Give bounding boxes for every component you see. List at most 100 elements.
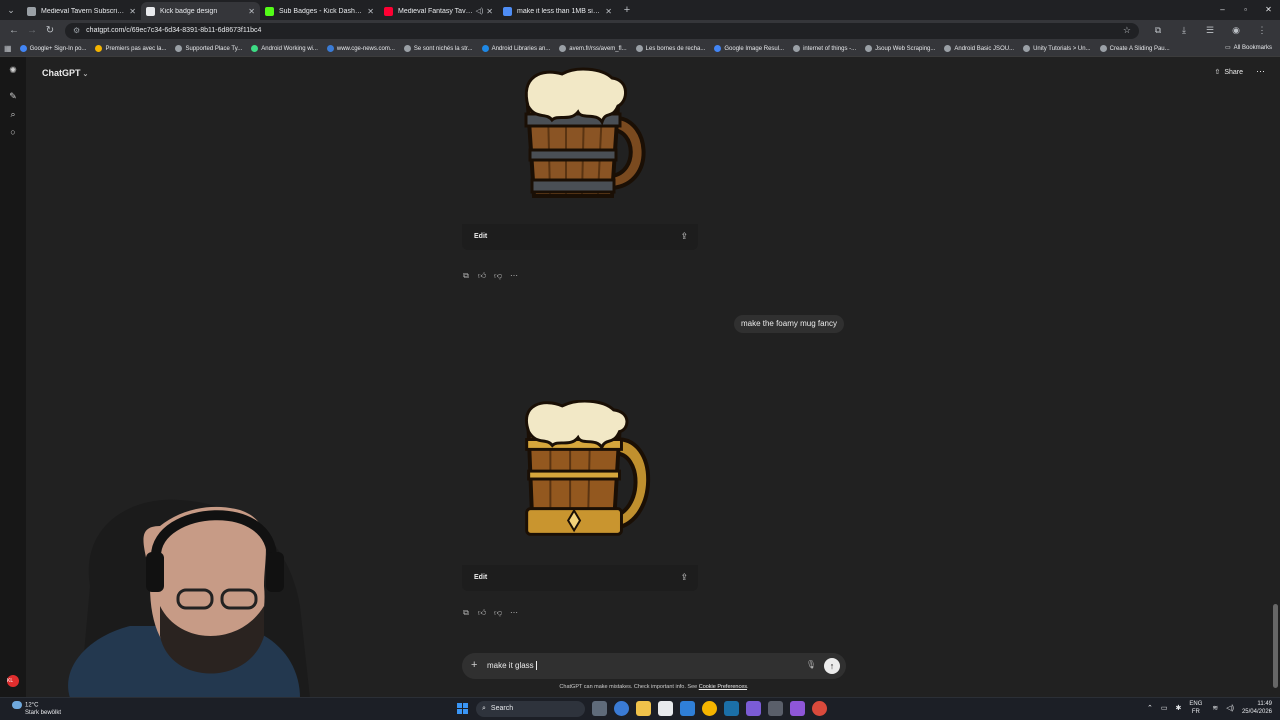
forward-icon[interactable]: → <box>23 25 41 36</box>
bookmark-item[interactable]: internet of things -... <box>793 45 856 52</box>
edge-icon[interactable] <box>614 701 629 716</box>
thumbs-up-icon[interactable]: 👍︎ <box>477 608 487 618</box>
attach-plus-icon[interactable]: + <box>471 659 477 671</box>
bookmark-item[interactable]: avem.fr/rss/avem_fl... <box>559 45 627 52</box>
profile-icon[interactable]: ◉ <box>1223 25 1249 36</box>
thumbs-down-icon[interactable]: 👎︎ <box>493 271 503 281</box>
copy-icon[interactable]: ⧉ <box>461 608 471 618</box>
chat-scrollbar[interactable] <box>1273 604 1278 688</box>
bookmark-item[interactable]: Google+ Sign-In po... <box>19 45 86 52</box>
thumbs-down-icon[interactable]: 👎︎ <box>493 608 503 618</box>
edit-image-button[interactable]: Edit <box>474 574 487 581</box>
bookmark-label: Jsoup Web Scraping... <box>875 45 936 52</box>
site-info-icon[interactable]: ⚙ <box>73 26 80 35</box>
model-selector[interactable]: ChatGPT ⌄ <box>42 68 88 78</box>
weather-text: Stark bewölkt <box>25 709 62 716</box>
discord-icon[interactable] <box>790 701 805 716</box>
close-tab-icon[interactable]: ✕ <box>486 7 493 16</box>
taskbar-search[interactable]: ⌕ Search <box>476 701 585 717</box>
close-tab-icon[interactable]: ✕ <box>605 7 612 16</box>
close-tab-icon[interactable]: ✕ <box>248 7 255 16</box>
store-icon[interactable] <box>658 701 673 716</box>
window-controls: – ▫ ✕ <box>1211 0 1280 20</box>
browser-tab[interactable]: Kick badge design ✕ <box>141 2 260 20</box>
browser-menu-icon[interactable]: ⋮ <box>1249 25 1275 36</box>
browser-tab[interactable]: Sub Badges - Kick Dashboard ✕ <box>260 2 379 20</box>
browser-tab[interactable]: Medieval Tavern Subscriber Ba...✕ <box>22 2 141 20</box>
apps-grid-icon[interactable]: ▦ <box>4 44 12 53</box>
more-dots-icon[interactable]: ⋯ <box>509 271 519 281</box>
bookmark-item[interactable]: Android Libraries an... <box>481 45 550 52</box>
tray-chevron-icon[interactable]: ⌃ <box>1147 704 1153 712</box>
bookmark-item[interactable]: Create A Sliding Pau... <box>1099 45 1170 52</box>
thumbs-up-icon[interactable]: 👍︎ <box>477 271 487 281</box>
url-field[interactable]: ⚙ chatgpt.com/c/69ec7c34-6d34-8391-8b11-… <box>65 22 1139 39</box>
visual-studio-icon[interactable] <box>746 701 761 716</box>
openai-logo-icon[interactable]: ✺ <box>0 65 26 83</box>
edit-image-button[interactable]: Edit <box>474 233 487 240</box>
bookmark-item[interactable]: www.cge-news.com... <box>326 45 395 52</box>
browser-tab[interactable]: Medieval Fantasy Tavern 3◁)✕ <box>379 2 498 20</box>
share-button[interactable]: ⇧ Share <box>1214 68 1243 77</box>
fancy-mug-image-2[interactable] <box>462 400 698 558</box>
bookmarks-bar: ▦ Google+ Sign-In po... Premiers pas avec… <box>0 41 1280 57</box>
file-explorer-icon[interactable] <box>636 701 651 716</box>
task-view-icon[interactable] <box>592 701 607 716</box>
download-image-icon[interactable]: ⇪ <box>680 231 688 242</box>
cookie-preferences-link[interactable]: Cookie Preferences <box>699 684 747 690</box>
tab-groups-icon[interactable]: ☰ <box>1197 25 1223 36</box>
conversation-menu-icon[interactable]: ⋯ <box>1256 66 1265 77</box>
wifi-icon[interactable]: ≋ <box>1212 704 1218 712</box>
back-icon[interactable]: ← <box>5 25 23 36</box>
network-icon[interactable]: ▭ <box>1161 704 1168 712</box>
weather-widget[interactable]: 12°C Stark bewölkt <box>12 701 61 717</box>
message-composer[interactable]: + make it glass 🎙︎ ↑ <box>462 653 846 679</box>
new-tab-button[interactable]: + <box>617 4 637 16</box>
downloads-icon[interactable]: ⤓ <box>1171 25 1197 36</box>
browser-tab[interactable]: make it less than 1MB size - Go...✕ <box>498 2 617 20</box>
bookmark-item[interactable]: Jsoup Web Scraping... <box>865 45 935 52</box>
new-chat-icon[interactable]: ✎ <box>0 91 26 109</box>
copy-icon[interactable]: ⧉ <box>461 271 471 281</box>
bluetooth-icon[interactable]: ✱ <box>1175 704 1181 712</box>
maximize-button[interactable]: ▫ <box>1234 0 1257 20</box>
more-dots-icon[interactable]: ⋯ <box>509 608 519 618</box>
chats-icon[interactable]: ○ <box>0 127 26 145</box>
bookmark-item[interactable]: Premiers pas avec la... <box>95 45 166 52</box>
tab-audio-icon[interactable]: ◁) <box>476 7 484 15</box>
taskbar-search-label: Search <box>490 705 514 712</box>
minimize-button[interactable]: – <box>1211 0 1234 20</box>
reload-icon[interactable]: ↻ <box>41 25 59 36</box>
windows-start-icon[interactable] <box>457 703 469 715</box>
bookmark-item[interactable]: Se sont nichés la str... <box>403 45 473 52</box>
composer-input[interactable]: make it glass <box>487 661 537 671</box>
bookmark-item[interactable]: Android Working wi... <box>251 45 318 52</box>
clock[interactable]: 11:49 25/04/2026 <box>1242 700 1272 716</box>
mail-icon[interactable] <box>680 701 695 716</box>
close-tab-icon[interactable]: ✕ <box>129 7 136 16</box>
tab-search-chevron-icon[interactable]: ⌄ <box>0 0 22 20</box>
bookmark-item[interactable]: Google Image Resul... <box>714 45 784 52</box>
obs-icon[interactable] <box>812 701 827 716</box>
bookmark-item[interactable]: Supported Place Ty... <box>175 45 242 52</box>
close-window-button[interactable]: ✕ <box>1257 0 1280 20</box>
bookmark-item[interactable]: Les bornes de recha... <box>635 45 705 52</box>
chrome-icon[interactable] <box>702 701 717 716</box>
send-button[interactable]: ↑ <box>824 658 840 674</box>
unity-icon[interactable] <box>768 701 783 716</box>
volume-icon[interactable]: ◁) <box>1226 704 1234 712</box>
download-image-icon[interactable]: ⇪ <box>680 572 688 583</box>
bookmark-item[interactable]: Unity Tutorials > Un... <box>1023 45 1091 52</box>
wooden-mug-image-1[interactable] <box>462 66 698 226</box>
image-edit-bar: Edit ⇪ <box>462 565 698 591</box>
language-indicator[interactable]: ENG FR <box>1189 700 1202 716</box>
extensions-icon[interactable]: ⧉ <box>1145 25 1171 36</box>
close-tab-icon[interactable]: ✕ <box>367 7 374 16</box>
microphone-icon[interactable]: 🎙︎ <box>806 660 816 669</box>
search-chats-icon[interactable]: ⌕ <box>0 109 26 127</box>
bookmark-star-icon[interactable]: ☆ <box>1123 25 1131 36</box>
bookmark-favicon-icon <box>865 45 873 52</box>
all-bookmarks-button[interactable]: ▭ All Bookmarks <box>1225 44 1272 52</box>
bookmark-item[interactable]: Android Basic JSOU... <box>944 45 1014 52</box>
steam-icon[interactable] <box>724 701 739 716</box>
